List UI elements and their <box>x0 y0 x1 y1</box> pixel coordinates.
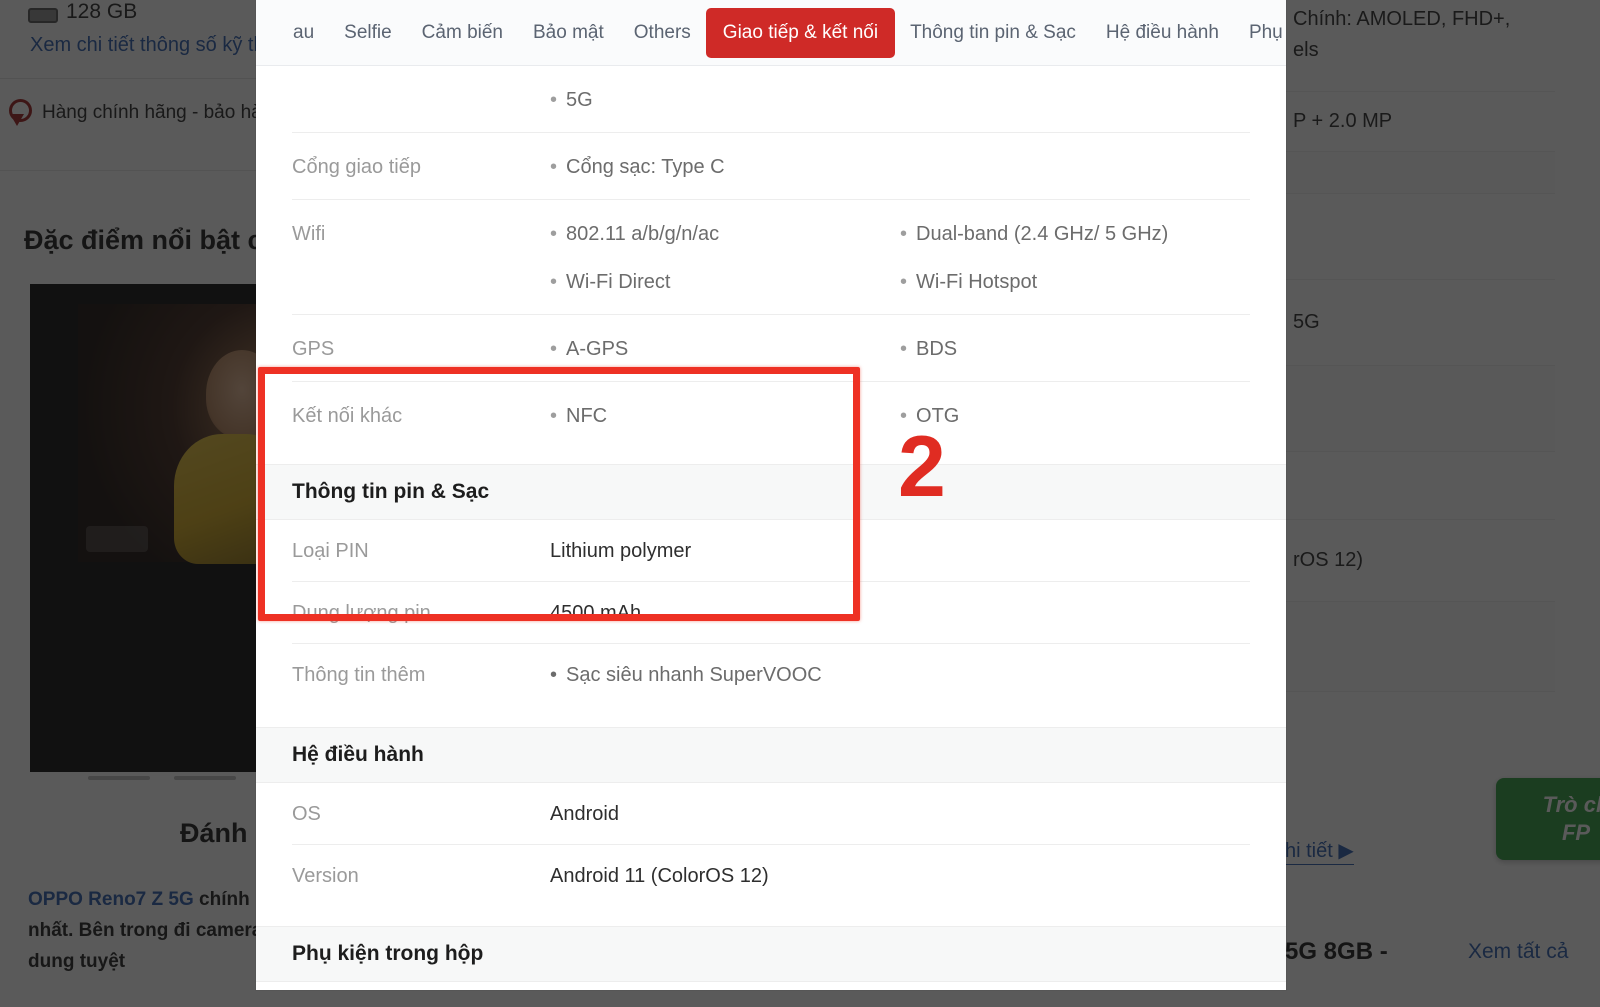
spec-value: • BDS <box>900 315 1250 363</box>
os-row-version: Version Android 11 (ColorOS 12) <box>256 845 1286 888</box>
spec-value: • 5G <box>550 66 900 114</box>
battery-row-thong-tin-them: Thông tin thêm • Sạc siêu nhanh SuperVOO… <box>256 644 1286 687</box>
section-header-os: Hệ điều hành <box>256 727 1286 783</box>
spec-value-text: Lithium polymer <box>550 540 692 562</box>
spec-value-text: 5G <box>566 89 593 111</box>
bullet-dot: • <box>900 338 908 360</box>
bullet-dot: • <box>550 405 558 427</box>
spec-label: Kết nối khác <box>292 405 403 427</box>
spec-body: • 5G Cổng giao tiếp • Cổng sạc: Type C W… <box>256 66 1286 990</box>
spec-label: Wifi <box>292 223 326 245</box>
tab-he-dieu-hanh[interactable]: Hệ điều hành <box>1091 11 1234 55</box>
spec-value-text: Wi-Fi Hotspot <box>916 271 1038 293</box>
spec-value: • OTG <box>900 382 1250 430</box>
spec-value-text: Android 11 (ColorOS 12) <box>550 865 769 887</box>
spec-row-gps: GPS • A-GPS • BDS <box>256 315 1286 363</box>
spec-row-cong-giao-tiep: Cổng giao tiếp • Cổng sạc: Type C <box>256 133 1286 181</box>
battery-row-dung-luong: Dung lượng pin 4500 mAh <box>256 582 1286 625</box>
spec-label: Version <box>292 865 359 887</box>
section-header-battery: Thông tin pin & Sạc <box>256 464 1286 520</box>
spec-value: • Sạc siêu nhanh SuperVOOC <box>550 644 1250 687</box>
spec-value: • NFC <box>550 382 900 430</box>
spec-value-text: A-GPS <box>566 338 629 360</box>
bullet-dot: • <box>900 223 908 245</box>
spec-row-ket-noi-khac: Kết nối khác • NFC • OTG <box>256 382 1286 430</box>
spec-label: GPS <box>292 338 335 360</box>
tab-phu-kien-trong[interactable]: Phụ kiện trong <box>1234 11 1286 55</box>
tab-selfie[interactable]: Selfie <box>329 11 407 55</box>
spec-value-text: 802.11 a/b/g/n/ac <box>566 223 720 245</box>
spec-label: Thông tin thêm <box>292 664 426 686</box>
accessories-grid: Sạc Sách HDSD <box>256 982 1286 990</box>
spec-value-text: Sạc siêu nhanh SuperVOOC <box>566 664 822 686</box>
spec-value: • Wi-Fi Direct <box>550 248 900 296</box>
spec-label <box>292 66 550 114</box>
bullet-dot: • <box>550 223 558 245</box>
battery-row-loai-pin: Loại PIN Lithium polymer <box>256 520 1286 563</box>
spec-value-text: Dual-band (2.4 GHz/ 5 GHz) <box>916 223 1169 245</box>
spec-label: OS <box>292 803 321 825</box>
spec-value-text: Cổng sạc: Type C <box>566 156 725 178</box>
page-root: 128 GB Xem chi tiết thông số kỹ thu Hàng… <box>0 0 1600 1007</box>
tab-giao-tiep-ket-noi[interactable]: Giao tiếp & kết nối <box>705 7 896 58</box>
spec-value: • Cổng sạc: Type C <box>550 133 900 181</box>
bullet-dot: • <box>900 405 908 427</box>
specification-modal: au Selfie Cảm biến Bảo mật Others Giao t… <box>256 0 1286 990</box>
bullet-dot: • <box>550 338 558 360</box>
spec-label: Cổng giao tiếp <box>292 156 421 178</box>
tab-cam-bien[interactable]: Cảm biến <box>407 11 518 55</box>
bullet-dot: • <box>900 271 908 293</box>
section-header-accessories: Phụ kiện trong hộp <box>256 926 1286 982</box>
spec-row-wifi: Wifi • 802.11 a/b/g/n/ac • Wi-Fi Direct <box>256 200 1286 296</box>
spec-value-text: 4500 mAh <box>550 602 642 624</box>
bullet-dot: • <box>550 156 558 178</box>
tab-thong-tin-pin-sac[interactable]: Thông tin pin & Sạc <box>895 11 1091 55</box>
os-row-os: OS Android <box>256 783 1286 826</box>
bullet-dot: • <box>550 89 558 111</box>
spec-value: • Wi-Fi Hotspot <box>900 248 1250 296</box>
tab-bao-mat[interactable]: Bảo mật <box>518 11 619 55</box>
spec-label: Loại PIN <box>292 540 369 562</box>
spec-value: • A-GPS <box>550 315 900 363</box>
spec-value: • Dual-band (2.4 GHz/ 5 GHz) <box>900 200 1250 248</box>
bullet-dot: • <box>550 664 558 686</box>
spec-value-text: OTG <box>916 405 960 427</box>
spec-value-text: NFC <box>566 405 608 427</box>
spec-value-text: Wi-Fi Direct <box>566 271 671 293</box>
bullet-dot: • <box>550 271 558 293</box>
spec-value: • 802.11 a/b/g/n/ac <box>550 200 900 248</box>
spec-tab-bar[interactable]: au Selfie Cảm biến Bảo mật Others Giao t… <box>256 0 1286 66</box>
tab-au[interactable]: au <box>278 11 329 55</box>
spec-value-text: Android <box>550 803 619 825</box>
spec-value-text: BDS <box>916 338 958 360</box>
spec-row-5g: • 5G <box>256 66 1286 114</box>
spec-label: Dung lượng pin <box>292 602 431 624</box>
tab-others[interactable]: Others <box>619 11 706 55</box>
